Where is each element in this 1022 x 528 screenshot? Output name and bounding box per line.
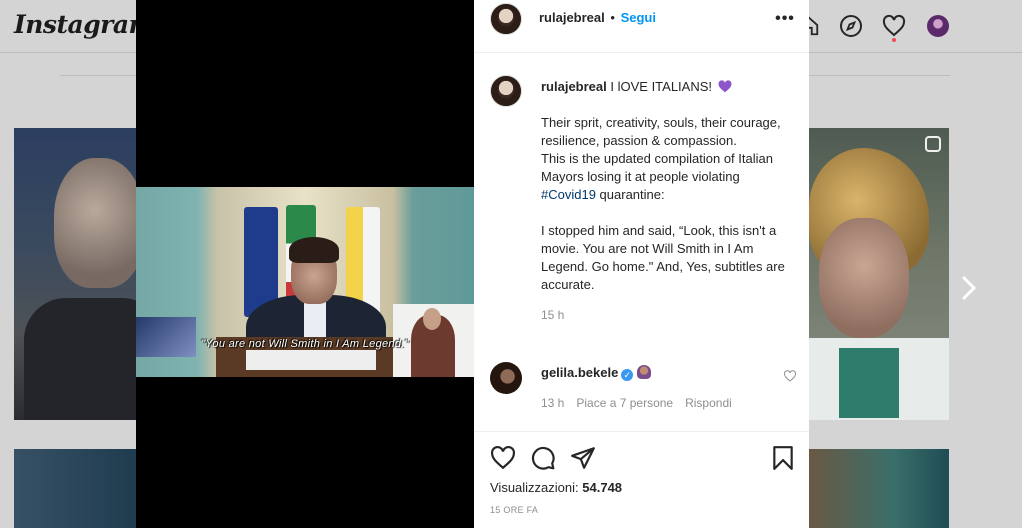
- caption-text: rulajebreal I lOVE ITALIANS! Their sprit…: [541, 78, 791, 324]
- reply-button[interactable]: Rispondi: [685, 396, 732, 410]
- comment-likes[interactable]: Piace a 7 persone: [576, 396, 673, 410]
- commenter-username[interactable]: gelila.bekele: [541, 365, 618, 380]
- next-post-arrow-icon[interactable]: [958, 274, 980, 302]
- explore-icon[interactable]: [837, 12, 865, 40]
- caption-body-continued: quarantine: I stopped him and said, “Loo…: [541, 187, 785, 292]
- caption-body: Their sprit, creativity, souls, their co…: [541, 115, 781, 184]
- grid-thumbnail[interactable]: [809, 128, 949, 420]
- author-avatar[interactable]: [490, 3, 522, 35]
- comment-meta: 13 h Piace a 7 persone Rispondi: [541, 396, 732, 410]
- post-side-panel: rulajebreal • Segui ••• rulajebreal I lO…: [474, 0, 809, 528]
- person-emoji-icon: [637, 365, 652, 379]
- caption-timestamp[interactable]: 15 h: [541, 306, 791, 324]
- grid-thumbnail[interactable]: [14, 449, 136, 528]
- more-options-button[interactable]: •••: [774, 8, 796, 30]
- comment-timestamp[interactable]: 13 h: [541, 396, 564, 410]
- purple-heart-icon: [718, 80, 732, 93]
- caption-author-avatar[interactable]: [490, 75, 522, 107]
- views-label: Visualizzazioni:: [490, 480, 579, 495]
- follow-button[interactable]: Segui: [621, 10, 656, 25]
- verified-badge-icon: ✓: [621, 369, 634, 381]
- separator: •: [610, 10, 615, 25]
- author-username[interactable]: rulajebreal: [539, 10, 605, 25]
- like-heart-icon[interactable]: [490, 445, 516, 471]
- video-badge-icon: [925, 136, 941, 152]
- profile-avatar[interactable]: [924, 12, 952, 40]
- views-number: 54.748: [582, 480, 623, 495]
- save-bookmark-icon[interactable]: [770, 445, 796, 471]
- post-header: rulajebreal • Segui •••: [474, 0, 809, 53]
- grid-thumbnail[interactable]: [14, 128, 136, 420]
- hashtag-link[interactable]: #Covid19: [541, 187, 596, 202]
- notification-dot: [892, 38, 896, 42]
- grid-thumbnail[interactable]: [809, 449, 949, 528]
- caption-headline: I lOVE ITALIANS!: [610, 79, 713, 94]
- caption-author-username[interactable]: rulajebreal: [541, 79, 607, 94]
- activity-heart-icon[interactable]: [880, 12, 908, 42]
- post-media[interactable]: "You are not Will Smith in I Am Legend.": [136, 0, 474, 528]
- video-player[interactable]: "You are not Will Smith in I Am Legend.": [136, 187, 474, 377]
- comment-like-heart-icon[interactable]: [784, 370, 796, 382]
- comment-bubble-icon[interactable]: [530, 445, 556, 471]
- comment-line: gelila.bekele ✓: [541, 365, 652, 381]
- author-line: rulajebreal • Segui: [539, 11, 656, 25]
- view-count[interactable]: Visualizzazioni: 54.748: [490, 480, 622, 495]
- commenter-avatar[interactable]: [490, 362, 522, 394]
- post-age[interactable]: 15 ORE FA: [490, 505, 538, 515]
- instagram-logo[interactable]: Instagram: [14, 10, 155, 39]
- video-subtitle: "You are not Will Smith in I Am Legend.": [201, 338, 409, 350]
- post-actions: Visualizzazioni: 54.748 15 ORE FA: [474, 431, 809, 528]
- share-send-icon[interactable]: [570, 445, 596, 471]
